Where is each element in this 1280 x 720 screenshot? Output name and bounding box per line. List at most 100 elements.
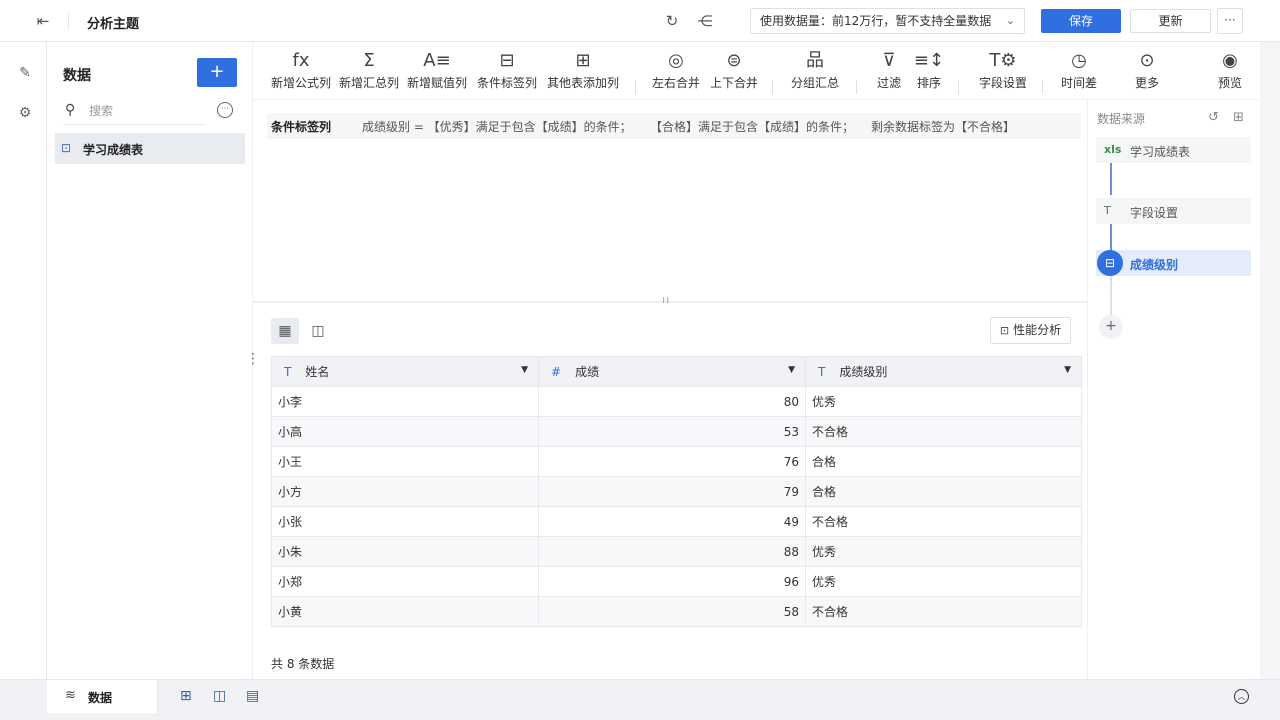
preview-icon: ◉ (1222, 50, 1238, 71)
cell-level[interactable]: 不合格 (805, 596, 1082, 627)
cell-level[interactable]: 不合格 (805, 506, 1082, 537)
data-volume-select[interactable]: 使用数据量：前12万行，暂不支持全量数据 ⌄ (750, 8, 1025, 34)
chevron-down-icon: ⌄ (1005, 14, 1015, 27)
data-preview: ▦ ◫ ⊡ 性能分析 T 姓名 ▼ # 成绩 ▼ T 成绩级别 ▼ 小李 80 优秀 小高 53 不合… (253, 303, 1087, 679)
condition-summary-row[interactable]: 条件标签列 成绩级别 = 【优秀】满足于包含【成绩】的条件； 【合格】满足于包含… (267, 113, 1081, 139)
filter-options-icon[interactable]: ··· (217, 102, 233, 118)
collapse-up-icon[interactable]: ︿ (1234, 689, 1249, 704)
toolbar-divider (635, 80, 636, 94)
toolbar-divider (958, 80, 959, 94)
step-condition-label[interactable]: ⊟ 成绩级别 (1096, 250, 1251, 276)
formula-icon: fx (292, 50, 310, 71)
cell-score[interactable]: 58 (538, 596, 806, 627)
panel-resize-icon[interactable]: ⋮ (246, 351, 260, 367)
cell-level[interactable]: 合格 (805, 446, 1082, 477)
cell-score[interactable]: 53 (538, 416, 806, 447)
cell-name[interactable]: 小李 (271, 386, 539, 417)
tool-label: 其他表添加列 (546, 76, 619, 90)
tool-condition-label-column[interactable]: ⊟ 条件标签列 (475, 48, 539, 98)
tab-data[interactable]: ≋ 数据 (47, 680, 158, 713)
cell-level[interactable]: 优秀 (805, 386, 1082, 417)
add-data-button[interactable]: + (197, 58, 237, 87)
add-component-icon[interactable]: ⊞ (180, 688, 192, 704)
add-step-button[interactable]: + (1099, 315, 1123, 339)
excel-icon: xls (1104, 143, 1122, 156)
condition-label-icon: ⊟ (1097, 250, 1123, 276)
tool-group-summary[interactable]: 品 分组汇总 (790, 48, 840, 98)
cell-score[interactable]: 76 (538, 446, 806, 477)
cell-level[interactable]: 不合格 (805, 416, 1082, 447)
operations-toolbar: fx 新增公式列 Σ 新增汇总列 A≡ 新增赋值列 ⊟ 条件标签列 ⊞ 其他表添… (253, 42, 1260, 100)
column-header[interactable]: T 姓名 ▼ (271, 356, 539, 387)
edit-icon[interactable]: ✎ (16, 64, 34, 82)
text-type-icon: T (284, 365, 292, 379)
dropdown-arrow-icon[interactable]: ▼ (788, 365, 795, 375)
search-input[interactable] (89, 102, 199, 120)
tool-more[interactable]: ⊙ 更多 (1127, 48, 1167, 98)
tool-sort[interactable]: ≡↕ 排序 (911, 48, 947, 98)
tool-add-summary-column[interactable]: Σ 新增汇总列 (337, 48, 401, 98)
add-dashboard-icon[interactable]: ◫ (213, 688, 226, 704)
data-table: T 姓名 ▼ # 成绩 ▼ T 成绩级别 ▼ 小李 80 优秀 小高 53 不合格 小王 76 合格 小… (271, 356, 1082, 627)
table-chart-icon: ⊡ (61, 141, 72, 155)
tool-left-right-merge[interactable]: ◎ 左右合并 (651, 48, 701, 98)
table-row: 小李 80 优秀 (271, 386, 1082, 417)
table-row: 小黄 58 不合格 (271, 596, 1082, 627)
cell-score[interactable]: 88 (538, 536, 806, 567)
step-connector (1110, 224, 1112, 250)
tool-up-down-merge[interactable]: ⊜ 上下合并 (709, 48, 759, 98)
field-settings-icon: T⚙ (989, 50, 1017, 71)
tool-field-settings[interactable]: T⚙ 字段设置 (977, 48, 1029, 98)
cell-name[interactable]: 小王 (271, 446, 539, 477)
exit-icon[interactable]: ⇤ (34, 12, 52, 30)
cell-level[interactable]: 优秀 (805, 566, 1082, 597)
bottom-bar: ≋ 数据 ⊞ ◫ ▤ ︿ (0, 679, 1280, 720)
tool-label: 排序 (916, 76, 941, 90)
settings-icon[interactable]: ⚙ (16, 104, 34, 122)
tool-add-assign-column[interactable]: A≡ 新增赋值列 (405, 48, 469, 98)
grid-view-tab[interactable]: ▦ (271, 318, 299, 344)
layout-toggle-icon[interactable]: ⊞ (1233, 110, 1244, 125)
table-row: 小张 49 不合格 (271, 506, 1082, 537)
search-box: ⚲ (63, 99, 205, 125)
scrollbar[interactable] (1260, 42, 1280, 679)
column-header[interactable]: T 成绩级别 ▼ (805, 356, 1082, 387)
step-source-table[interactable]: xls 学习成绩表 (1096, 137, 1251, 163)
refresh-icon[interactable]: ↻ (662, 11, 682, 31)
cell-name[interactable]: 小高 (271, 416, 539, 447)
condition-rule: 成绩级别 = 【优秀】满足于包含【成绩】的条件； (362, 120, 632, 134)
table-row: 小朱 88 优秀 (271, 536, 1082, 567)
cell-score[interactable]: 80 (538, 386, 806, 417)
cell-name[interactable]: 小黄 (271, 596, 539, 627)
cell-name[interactable]: 小方 (271, 476, 539, 507)
history-icon[interactable]: ↺ (1208, 110, 1219, 125)
dropdown-arrow-icon[interactable]: ▼ (521, 365, 528, 375)
cell-score[interactable]: 96 (538, 566, 806, 597)
cell-name[interactable]: 小郑 (271, 566, 539, 597)
cell-name[interactable]: 小朱 (271, 536, 539, 567)
more-menu-button[interactable]: ··· (1217, 8, 1243, 34)
cell-score[interactable]: 79 (538, 476, 806, 507)
tool-filter[interactable]: ⊽ 过滤 (871, 48, 907, 98)
layout-view-tab[interactable]: ◫ (304, 318, 332, 344)
tool-time-diff[interactable]: ◷ 时间差 (1057, 48, 1101, 98)
tool-add-column-from-other-table[interactable]: ⊞ 其他表添加列 (544, 48, 622, 98)
divider (68, 12, 69, 30)
save-button[interactable]: 保存 (1041, 9, 1121, 33)
condition-title: 条件标签列 (271, 120, 332, 134)
cell-name[interactable]: 小张 (271, 506, 539, 537)
sidebar-item-table[interactable]: ⊡ 学习成绩表 (55, 133, 245, 164)
update-button[interactable]: 更新 (1130, 9, 1211, 33)
lineage-icon[interactable]: ⋲ (695, 11, 715, 31)
cell-level[interactable]: 合格 (805, 476, 1082, 507)
cell-level[interactable]: 优秀 (805, 536, 1082, 567)
tool-add-formula-column[interactable]: fx 新增公式列 (269, 48, 333, 98)
add-report-icon[interactable]: ▤ (246, 688, 259, 704)
dropdown-arrow-icon[interactable]: ▼ (1064, 365, 1071, 375)
column-header[interactable]: # 成绩 ▼ (538, 356, 806, 387)
step-field-settings[interactable]: T 字段设置 (1096, 198, 1251, 224)
cell-score[interactable]: 49 (538, 506, 806, 537)
tool-preview[interactable]: ◉ 预览 (1210, 48, 1250, 98)
performance-analysis-button[interactable]: ⊡ 性能分析 (990, 317, 1071, 344)
add-column-icon: ⊞ (575, 50, 591, 71)
